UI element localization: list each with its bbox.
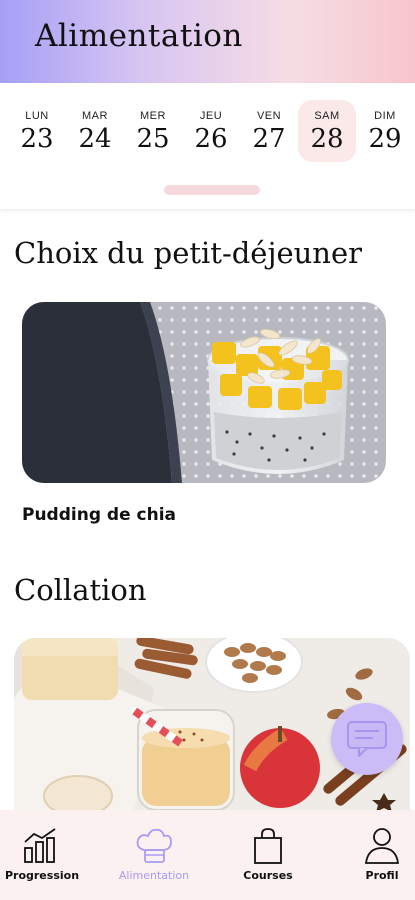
- nav-item-alimentation[interactable]: Alimentation: [104, 810, 204, 900]
- user-icon: [364, 828, 400, 864]
- calendar-day[interactable]: MAR 24: [66, 100, 124, 162]
- shopping-bag-icon: [254, 828, 282, 864]
- snack-section-title: Collation: [14, 573, 147, 607]
- chat-icon: [347, 721, 387, 757]
- chia-pudding-image: [22, 302, 386, 483]
- day-number: 26: [194, 124, 228, 154]
- day-number: 28: [310, 124, 344, 154]
- nav-label: Profil: [365, 869, 399, 882]
- day-of-week: MAR: [82, 110, 108, 122]
- nav-label: Progression: [4, 869, 80, 882]
- chat-button[interactable]: [331, 703, 403, 775]
- breakfast-meal-card[interactable]: [22, 302, 386, 483]
- nav-item-courses[interactable]: Courses: [218, 810, 318, 900]
- day-of-week: DIM: [374, 110, 396, 122]
- bottom-navigation: Progression Alimentation Courses Profil: [0, 810, 415, 900]
- week-calendar: LUN 23 MAR 24 MER 25 JEU 26 VEN 27 SAM 2…: [0, 83, 415, 209]
- chart-icon: [24, 828, 56, 863]
- day-of-week: VEN: [256, 110, 282, 122]
- nav-item-profil[interactable]: Profil: [332, 810, 415, 900]
- breakfast-section-title: Choix du petit-déjeuner: [14, 236, 362, 270]
- day-of-week: LUN: [25, 110, 49, 122]
- calendar-day[interactable]: LUN 23: [8, 100, 66, 162]
- nav-label: Alimentation: [118, 869, 190, 882]
- day-number: 23: [20, 124, 54, 154]
- day-of-week: SAM: [314, 110, 340, 122]
- calendar-day[interactable]: MER 25: [124, 100, 182, 162]
- calendar-day[interactable]: DIM 29: [356, 100, 414, 162]
- calendar-scroll-indicator[interactable]: [164, 185, 260, 195]
- nav-label: Courses: [243, 869, 293, 882]
- chef-hat-icon: [136, 828, 172, 863]
- day-of-week: JEU: [199, 110, 223, 122]
- calendar-day-selected[interactable]: SAM 28: [298, 100, 356, 162]
- day-number: 24: [78, 124, 112, 154]
- day-of-week: MER: [140, 110, 166, 122]
- breakfast-item-name[interactable]: Pudding de chia: [22, 505, 176, 525]
- calendar-day[interactable]: JEU 26: [182, 100, 240, 162]
- day-number: 29: [368, 124, 402, 154]
- day-number: 25: [136, 124, 170, 154]
- header: Alimentation: [0, 0, 415, 83]
- page-title: Alimentation: [35, 18, 243, 54]
- nav-item-progression[interactable]: Progression: [0, 810, 92, 900]
- day-number: 27: [252, 124, 286, 154]
- calendar-day[interactable]: VEN 27: [240, 100, 298, 162]
